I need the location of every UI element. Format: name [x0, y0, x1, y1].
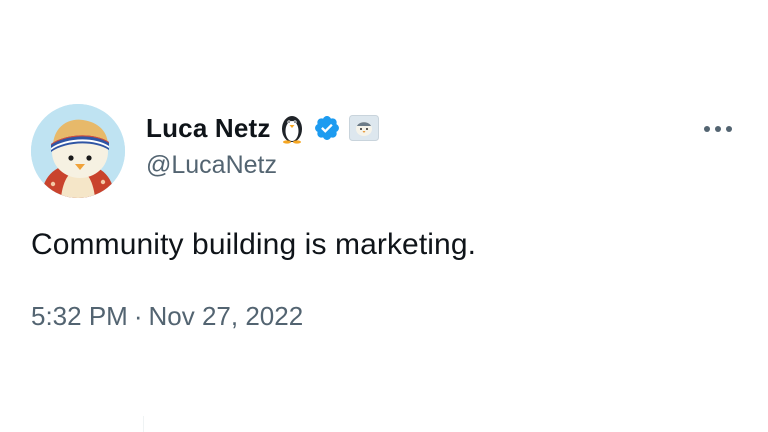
- tweet-time-link[interactable]: 5:32 PM: [31, 301, 128, 331]
- tweet-text: Community building is marketing.: [31, 228, 477, 261]
- divider: [143, 416, 144, 432]
- meta-separator: ·: [133, 301, 143, 331]
- display-name[interactable]: Luca Netz: [146, 113, 271, 144]
- tweet-timestamp: 5:32 PM · Nov 27, 2022: [31, 301, 303, 332]
- author-handle[interactable]: @LucaNetz: [146, 151, 277, 180]
- more-options-button[interactable]: [700, 118, 736, 140]
- avatar[interactable]: [31, 104, 125, 198]
- author-name-row: Luca Netz: [146, 110, 379, 146]
- affiliate-badge-icon[interactable]: [348, 115, 379, 141]
- penguin-avatar-icon: [31, 104, 125, 198]
- more-horizontal-icon: [704, 126, 732, 132]
- penguin-emoji-icon: [279, 112, 305, 144]
- tweet-card: Luca Netz @LucaNetz Community building i…: [0, 0, 768, 432]
- tweet-date-link[interactable]: Nov 27, 2022: [149, 301, 304, 331]
- verified-badge-icon[interactable]: [313, 114, 341, 142]
